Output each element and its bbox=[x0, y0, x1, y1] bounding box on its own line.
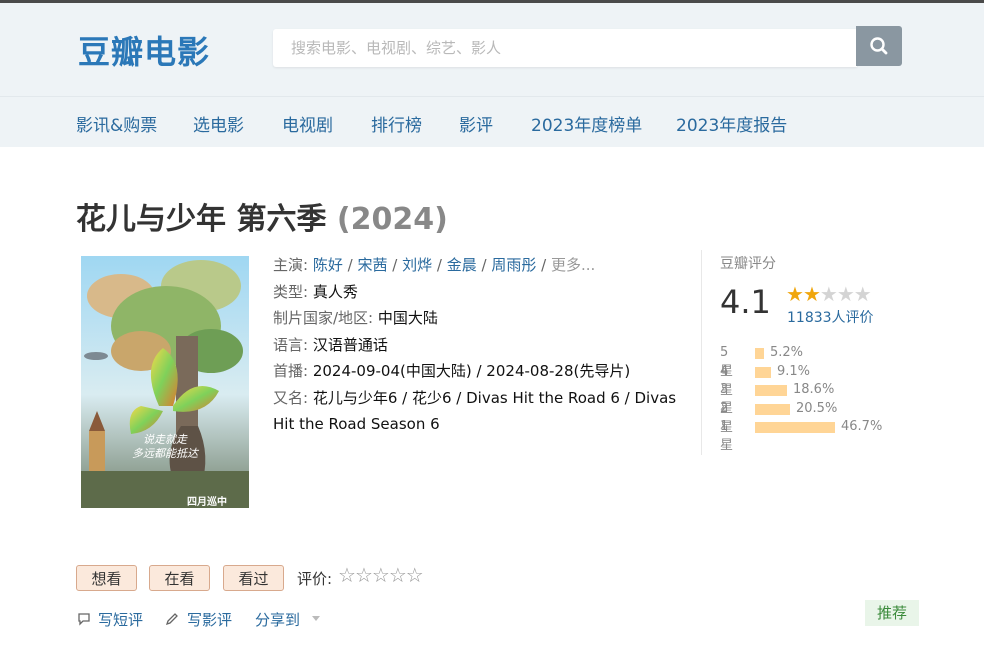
nav-item-annual-report[interactable]: 2023年度报告 bbox=[676, 111, 787, 136]
poster-text-line2: 多远都能抵达 bbox=[132, 447, 200, 460]
rating-stars: ★★★★★ bbox=[786, 282, 872, 306]
rating-votes-link[interactable]: 11833人评价 bbox=[787, 307, 874, 327]
dist-bar bbox=[755, 422, 835, 433]
search-input[interactable] bbox=[273, 29, 851, 67]
rate-stars[interactable]: ☆☆☆☆☆ bbox=[338, 563, 424, 587]
language-value: 汉语普通话 bbox=[312, 335, 388, 354]
share-link[interactable]: 分享到 bbox=[255, 609, 300, 630]
rate-star-icon[interactable]: ☆ bbox=[338, 563, 356, 587]
rate-star-icon[interactable]: ☆ bbox=[355, 563, 373, 587]
main-nav: 影讯&购票 选电影 电视剧 排行榜 影评 2023年度榜单 2023年度报告 bbox=[0, 96, 984, 147]
dist-bar bbox=[755, 366, 771, 378]
cast-link[interactable]: 刘烨 bbox=[402, 256, 432, 274]
search-icon bbox=[870, 37, 888, 55]
info-premiere: 首播: 2024-09-04(中国大陆) / 2024-08-28(先导片) bbox=[273, 358, 693, 385]
cast-link[interactable]: 陈好 bbox=[313, 256, 343, 274]
dist-bar bbox=[755, 403, 790, 415]
rating-star-icon: ★ bbox=[836, 282, 855, 306]
nav-item-reviews[interactable]: 影评 bbox=[459, 111, 493, 136]
watched-button[interactable]: 看过 bbox=[223, 565, 284, 591]
dist-label: 1星 bbox=[720, 419, 734, 453]
header: 豆瓣电影 bbox=[0, 3, 984, 96]
title-year: (2024) bbox=[336, 202, 448, 237]
rate-star-icon[interactable]: ☆ bbox=[406, 563, 424, 587]
douban-movie-logo[interactable]: 豆瓣电影 bbox=[78, 27, 210, 73]
cast-link[interactable]: 宋茜 bbox=[357, 256, 387, 274]
rating-star-icon: ★ bbox=[819, 282, 838, 306]
aka-label: 又名: bbox=[273, 388, 309, 407]
premiere-value: 2024-09-04(中国大陆) / 2024-08-28(先导片) bbox=[312, 362, 631, 380]
dist-percent: 5.2% bbox=[770, 345, 804, 360]
rate-label: 评价: bbox=[297, 570, 333, 588]
info-aka: 又名: 花儿与少年6 / 花少6 / Divas Hit the Road 6 … bbox=[273, 385, 693, 438]
poster-artwork: 说走就走 多远都能抵达 四月巡中 bbox=[81, 256, 249, 508]
rating-score: 4.1 bbox=[720, 283, 771, 321]
want-to-watch-button[interactable]: 想看 bbox=[76, 565, 137, 591]
rate-star-icon[interactable]: ☆ bbox=[389, 563, 407, 587]
poster-text-bottom: 四月巡中 bbox=[187, 495, 227, 508]
dist-percent: 46.7% bbox=[841, 419, 883, 434]
comment-icon bbox=[78, 613, 90, 626]
genre-value: 真人秀 bbox=[312, 282, 358, 301]
cast-more-link[interactable]: 更多... bbox=[551, 256, 595, 274]
premiere-label: 首播: bbox=[273, 362, 309, 380]
poster-image[interactable]: 说走就走 多远都能抵达 四月巡中 bbox=[81, 256, 249, 508]
pencil-icon bbox=[165, 613, 178, 626]
write-short-review-link[interactable]: 写短评 bbox=[98, 609, 143, 630]
search-button[interactable] bbox=[856, 26, 902, 66]
page-title: 花儿与少年 第六季 (2024) bbox=[76, 194, 448, 238]
language-label: 语言: bbox=[273, 335, 309, 354]
poster-text-line1: 说走就走 bbox=[143, 433, 188, 446]
info-country: 制片国家/地区: 中国大陆 bbox=[273, 305, 693, 332]
dist-percent: 20.5% bbox=[796, 400, 838, 416]
watching-button[interactable]: 在看 bbox=[149, 565, 210, 591]
subject-info: 主演: 陈好 / 宋茜 / 刘烨 / 金晨 / 周雨彤 / 更多... 类型: … bbox=[273, 252, 693, 438]
recommend-button[interactable]: 推荐 bbox=[865, 600, 919, 626]
cast-link[interactable]: 周雨彤 bbox=[491, 256, 536, 274]
search-box bbox=[273, 29, 857, 67]
country-label: 制片国家/地区: bbox=[273, 309, 374, 327]
nav-item-showtimes[interactable]: 影讯&购票 bbox=[76, 111, 157, 136]
aka-value: 花儿与少年6 / 花少6 / Divas Hit the Road 6 / Di… bbox=[273, 388, 677, 434]
info-genre: 类型: 真人秀 bbox=[273, 279, 693, 306]
write-review-link[interactable]: 写影评 bbox=[187, 609, 232, 630]
nav-item-explore-movies[interactable]: 选电影 bbox=[193, 111, 244, 136]
dist-bar bbox=[755, 385, 787, 396]
cast-label: 主演: bbox=[273, 256, 309, 274]
rating-star-icon: ★ bbox=[802, 282, 821, 306]
rate-star-icon[interactable]: ☆ bbox=[372, 563, 390, 587]
dist-percent: 9.1% bbox=[777, 363, 811, 379]
cast-link[interactable]: 金晨 bbox=[447, 256, 477, 274]
rating-star-icon: ★ bbox=[786, 282, 804, 306]
info-language: 语言: 汉语普通话 bbox=[273, 332, 693, 359]
info-cast: 主演: 陈好 / 宋茜 / 刘烨 / 金晨 / 周雨彤 / 更多... bbox=[273, 256, 596, 274]
chevron-down-icon[interactable] bbox=[310, 614, 322, 624]
rating-star-icon: ★ bbox=[853, 282, 872, 306]
rating-divider bbox=[701, 250, 702, 455]
nav-item-rankings[interactable]: 排行榜 bbox=[371, 111, 422, 136]
rating-label: 豆瓣评分 bbox=[720, 256, 776, 272]
nav-item-tv[interactable]: 电视剧 bbox=[282, 111, 333, 136]
dist-percent: 18.6% bbox=[793, 382, 835, 397]
title-name: 花儿与少年 第六季 bbox=[76, 202, 327, 237]
genre-label: 类型: bbox=[273, 282, 309, 301]
country-value: 中国大陆 bbox=[377, 309, 438, 327]
nav-item-annual-list[interactable]: 2023年度榜单 bbox=[531, 111, 642, 136]
dist-bar bbox=[755, 348, 764, 359]
